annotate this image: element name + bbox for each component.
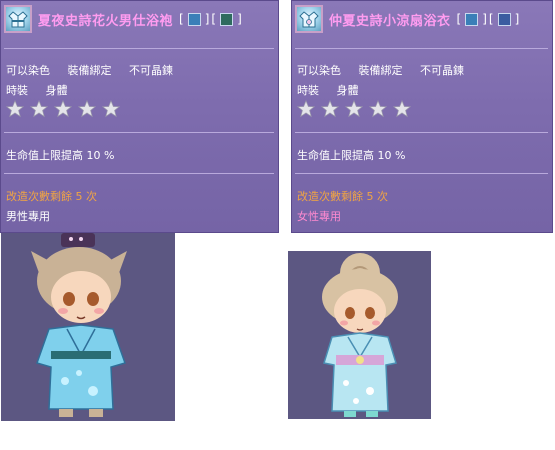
kimono-icon bbox=[4, 5, 32, 33]
stat-line: 生命值上限提高 10 % bbox=[297, 149, 406, 162]
dye-slot-1[interactable] bbox=[187, 12, 201, 26]
item-type: 時裝 身體 bbox=[297, 82, 373, 98]
star-rating bbox=[297, 100, 411, 118]
tooltip-title-row: 仲夏史詩小涼扇浴衣 [ ] [ ] bbox=[295, 4, 548, 34]
item-tooltip-left: 夏夜史詩花火男仕浴袍 [ ] [ ] 可以染色 裝備綁定 不可晶鍊 時裝 身體 … bbox=[0, 0, 279, 233]
item-category: 時裝 bbox=[6, 84, 28, 97]
dye-slot-2[interactable] bbox=[497, 12, 511, 26]
remodel-count: 改造次數剩餘 5 次 bbox=[6, 190, 97, 203]
dye-slots: [ ] [ ] bbox=[457, 12, 520, 26]
star-icon bbox=[54, 100, 72, 118]
item-name: 仲夏史詩小涼扇浴衣 bbox=[329, 13, 451, 29]
divider bbox=[4, 48, 274, 49]
star-icon bbox=[30, 100, 48, 118]
character-preview-female bbox=[288, 251, 431, 419]
item-part: 身體 bbox=[336, 84, 359, 97]
divider bbox=[4, 132, 274, 133]
gender-restriction: 女性專用 bbox=[297, 210, 341, 223]
star-rating bbox=[6, 100, 120, 118]
dye-slot-2[interactable] bbox=[220, 12, 234, 26]
item-flags: 可以染色 裝備綁定 不可晶鍊 bbox=[6, 62, 187, 78]
bracket: ] bbox=[204, 12, 210, 26]
divider bbox=[295, 173, 548, 174]
star-icon bbox=[102, 100, 120, 118]
star-icon bbox=[6, 100, 24, 118]
gender-restriction: 男性專用 bbox=[6, 210, 50, 223]
item-name: 夏夜史詩花火男仕浴袍 bbox=[38, 13, 174, 29]
bracket: [ bbox=[179, 12, 184, 26]
bracket: ] bbox=[237, 12, 242, 26]
flag-no-crystal: 不可晶鍊 bbox=[420, 64, 464, 77]
item-flags: 可以染色 裝備綁定 不可晶鍊 bbox=[297, 62, 478, 78]
star-icon bbox=[369, 100, 387, 118]
star-icon bbox=[297, 100, 315, 118]
character-preview-male bbox=[1, 233, 175, 421]
stat-line: 生命值上限提高 10 % bbox=[6, 149, 115, 162]
bracket: [ bbox=[456, 12, 462, 26]
star-icon bbox=[345, 100, 363, 118]
bracket: [ bbox=[211, 12, 217, 26]
flag-dyeable: 可以染色 bbox=[297, 64, 341, 77]
female-character-illustration bbox=[322, 253, 398, 417]
flag-no-crystal: 不可晶鍊 bbox=[129, 64, 173, 77]
bracket: ] bbox=[482, 12, 487, 26]
divider bbox=[295, 132, 548, 133]
bracket: [ bbox=[488, 12, 494, 26]
star-icon bbox=[321, 100, 339, 118]
item-type: 時裝 身體 bbox=[6, 82, 82, 98]
kimono-icon bbox=[295, 5, 323, 33]
flag-dyeable: 可以染色 bbox=[6, 64, 50, 77]
remodel-count: 改造次數剩餘 5 次 bbox=[297, 190, 388, 203]
flag-bind: 裝備綁定 bbox=[67, 64, 112, 77]
bracket: ] bbox=[514, 12, 520, 26]
tooltip-title-row: 夏夜史詩花火男仕浴袍 [ ] [ ] bbox=[4, 4, 274, 34]
item-category: 時裝 bbox=[297, 84, 319, 97]
divider bbox=[295, 48, 548, 49]
star-icon bbox=[78, 100, 96, 118]
dye-slots: [ ] [ ] bbox=[179, 12, 242, 26]
flag-bind: 裝備綁定 bbox=[358, 64, 403, 77]
dye-slot-1[interactable] bbox=[465, 12, 479, 26]
star-icon bbox=[393, 100, 411, 118]
divider bbox=[4, 173, 274, 174]
male-character-illustration bbox=[31, 233, 127, 417]
item-part: 身體 bbox=[45, 84, 68, 97]
item-tooltip-right: 仲夏史詩小涼扇浴衣 [ ] [ ] 可以染色 裝備綁定 不可晶鍊 時裝 身體 生… bbox=[291, 0, 553, 233]
